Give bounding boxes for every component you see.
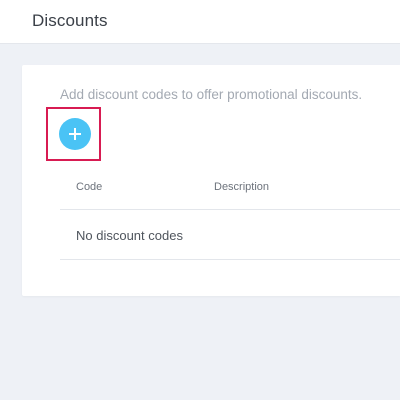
page-title: Discounts	[32, 11, 108, 30]
plus-icon	[69, 128, 81, 140]
table-header: Code Description	[60, 165, 400, 210]
discounts-table: Code Description No discount codes	[60, 165, 400, 260]
add-discount-button[interactable]	[59, 118, 91, 150]
page-header: Discounts	[0, 0, 400, 44]
table-empty-row: No discount codes	[60, 210, 400, 260]
column-header-description[interactable]: Description	[214, 181, 269, 193]
column-header-code[interactable]: Code	[76, 181, 102, 193]
empty-message: No discount codes	[76, 228, 183, 243]
discounts-card: Add discount codes to offer promotional …	[22, 65, 400, 296]
discounts-hint: Add discount codes to offer promotional …	[60, 87, 363, 102]
